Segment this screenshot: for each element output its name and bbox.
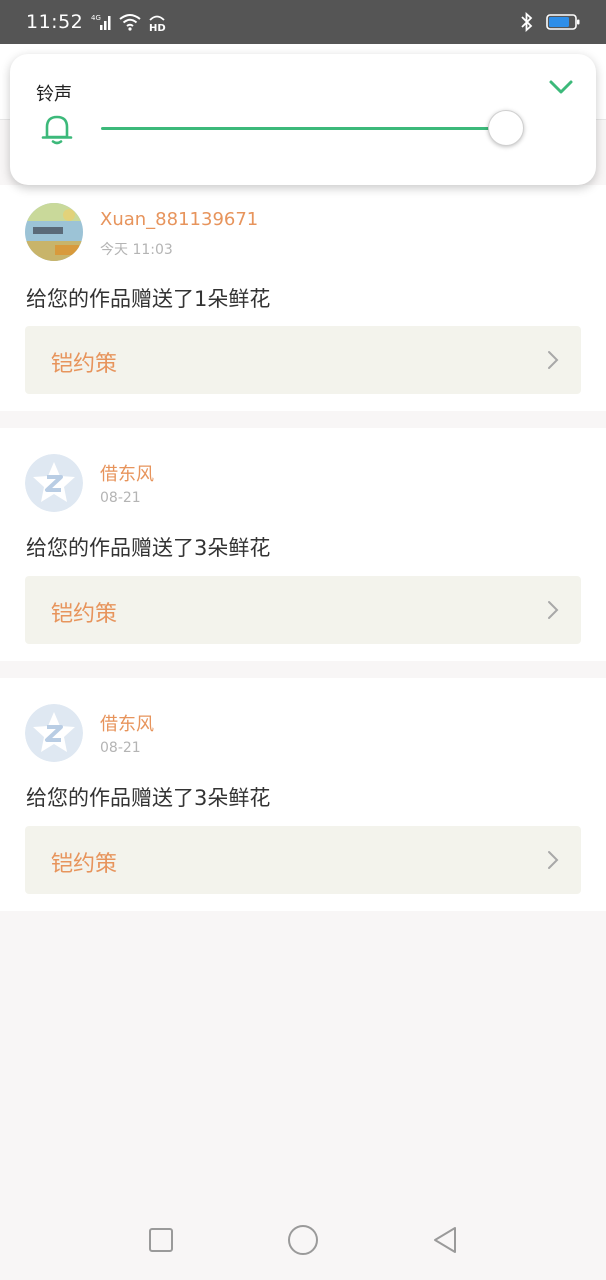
bluetooth-icon <box>521 12 533 32</box>
list-item: 借东风 08-21 给您的作品赠送了3朵鲜花 铠约策 <box>0 428 606 661</box>
wifi-icon <box>119 14 141 31</box>
volume-slider[interactable] <box>101 110 524 146</box>
back-button[interactable] <box>423 1218 467 1262</box>
notification-message: 给您的作品赠送了3朵鲜花 <box>26 536 271 560</box>
avatar[interactable] <box>25 704 83 762</box>
avatar[interactable] <box>25 454 83 512</box>
default-avatar-icon <box>25 454 83 512</box>
timestamp: 08-21 <box>100 740 141 756</box>
svg-text:HD: HD <box>149 23 166 32</box>
recents-button[interactable] <box>139 1218 183 1262</box>
screen: 11:52 4G HD 铃声 Xuan_881139671 今天 11:03 给… <box>0 0 606 1280</box>
username[interactable]: 借东风 <box>100 460 154 486</box>
work-link[interactable]: 铠约策 <box>25 576 581 644</box>
work-link[interactable]: 铠约策 <box>25 326 581 394</box>
notification-message: 给您的作品赠送了3朵鲜花 <box>26 786 271 810</box>
status-bar: 11:52 4G HD <box>0 0 606 44</box>
default-avatar-icon <box>25 704 83 762</box>
chevron-right-icon <box>548 351 559 369</box>
work-title: 铠约策 <box>51 852 118 877</box>
chevron-right-icon <box>548 601 559 619</box>
username[interactable]: 借东风 <box>100 710 154 736</box>
signal-icon: 4G <box>91 14 111 30</box>
home-button[interactable] <box>281 1218 325 1262</box>
list-item: Xuan_881139671 今天 11:03 给您的作品赠送了1朵鲜花 铠约策 <box>0 185 606 411</box>
home-circle-icon <box>288 1225 318 1255</box>
status-right <box>520 12 580 32</box>
chevron-right-icon <box>548 851 559 869</box>
battery-icon <box>546 14 580 30</box>
timestamp: 今天 11:03 <box>100 242 173 258</box>
system-nav-bar <box>0 1200 606 1280</box>
list-item: 借东风 08-21 给您的作品赠送了3朵鲜花 铠约策 <box>0 678 606 911</box>
volume-slider-fill <box>101 127 494 130</box>
notification-message: 给您的作品赠送了1朵鲜花 <box>26 287 271 311</box>
svg-text:4G: 4G <box>91 14 101 22</box>
work-title: 铠约策 <box>51 352 118 377</box>
avatar[interactable] <box>25 203 83 261</box>
hd-icon: HD <box>149 15 166 32</box>
volume-title: 铃声 <box>36 84 72 105</box>
back-triangle-icon <box>434 1227 456 1253</box>
username[interactable]: Xuan_881139671 <box>100 209 258 230</box>
notification-list: Xuan_881139671 今天 11:03 给您的作品赠送了1朵鲜花 铠约策… <box>0 185 606 911</box>
bell-icon[interactable] <box>40 112 74 146</box>
volume-panel: 铃声 <box>10 54 596 185</box>
timestamp: 08-21 <box>100 490 141 506</box>
chevron-down-icon[interactable] <box>548 78 574 96</box>
avatar-photo <box>25 203 83 261</box>
work-link[interactable]: 铠约策 <box>25 826 581 894</box>
volume-slider-thumb[interactable] <box>488 110 524 146</box>
recents-square-icon <box>149 1228 173 1252</box>
network-indicators: 4G HD <box>91 12 167 32</box>
clock-time: 11:52 <box>26 11 84 33</box>
work-title: 铠约策 <box>51 602 118 627</box>
